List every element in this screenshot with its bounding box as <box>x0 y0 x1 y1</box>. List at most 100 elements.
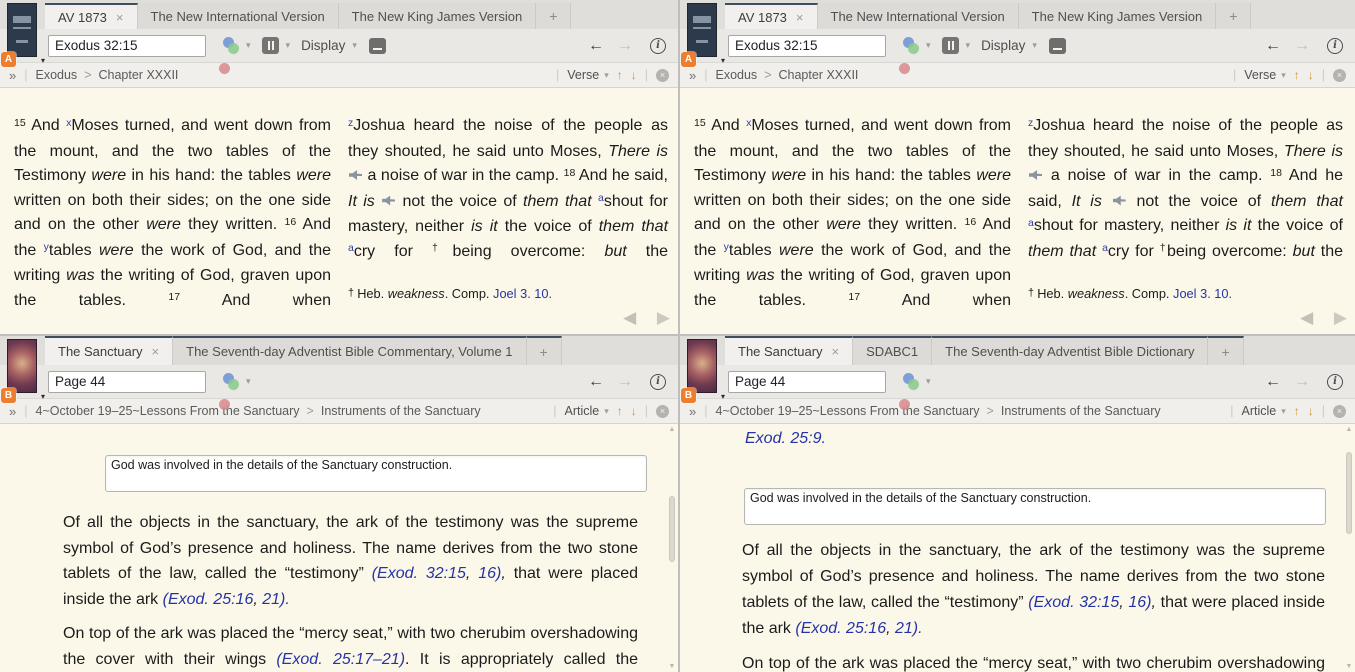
scripture-link[interactable]: 21). <box>262 591 290 608</box>
scripture-link[interactable]: 21). <box>895 620 923 637</box>
info-icon[interactable]: i <box>650 37 666 54</box>
chevron-down-icon[interactable]: ▾ <box>352 41 357 50</box>
close-pane-icon[interactable]: × <box>1333 68 1346 82</box>
chevron-down-icon[interactable]: ▾ <box>246 377 251 386</box>
scripture-link[interactable]: (Exod. 25:17–21) <box>276 651 405 668</box>
tab-the-sanctuary[interactable]: The Sanctuary × <box>45 336 174 365</box>
next-verse-button[interactable]: ↓ <box>631 68 637 82</box>
chevron-down-icon[interactable]: ▾ <box>604 70 609 81</box>
module-cover[interactable]: ▾ <box>5 339 45 401</box>
breadcrumb-lesson[interactable]: 4~October 19–25~Lessons From the Sanctua… <box>715 404 979 418</box>
chevrons-icon[interactable]: » <box>689 404 696 419</box>
tab-nkjv[interactable]: The New King James Version <box>338 3 537 29</box>
breadcrumb-article[interactable]: Instruments of the Sanctuary <box>1001 404 1161 418</box>
new-tab-button[interactable]: + <box>1216 3 1252 29</box>
new-tab-button[interactable]: + <box>1208 336 1244 365</box>
breadcrumb-chapter[interactable]: Chapter XXXII <box>99 68 179 82</box>
close-icon[interactable]: × <box>116 11 124 24</box>
chevron-down-icon[interactable]: ▾ <box>926 41 931 50</box>
back-button[interactable]: ← <box>588 373 604 391</box>
tab-av-1873[interactable]: AV 1873 × <box>725 3 818 29</box>
scrollbar[interactable]: ▲ ▼ <box>1344 426 1354 670</box>
horizontal-splitter[interactable] <box>0 334 1355 336</box>
reference-input[interactable] <box>728 34 886 57</box>
scripture-link[interactable]: (Exod. 32:15 <box>372 565 466 582</box>
tab-sdabc1[interactable]: SDABC1 <box>853 336 933 365</box>
info-icon[interactable]: i <box>650 373 666 390</box>
breadcrumb-article[interactable]: Instruments of the Sanctuary <box>321 404 481 418</box>
chevrons-icon[interactable]: » <box>9 68 16 83</box>
speaker-icon[interactable] <box>1112 195 1126 206</box>
back-button[interactable]: ← <box>1265 37 1281 55</box>
tab-nkjv[interactable]: The New King James Version <box>1018 3 1217 29</box>
next-article-button[interactable]: ↓ <box>631 404 637 418</box>
forward-button[interactable]: → <box>1294 373 1310 391</box>
chevrons-icon[interactable]: » <box>689 68 696 83</box>
chevron-down-icon[interactable]: ▾ <box>41 56 45 65</box>
scripture-link[interactable]: Joel 3. 10. <box>1173 286 1232 301</box>
scripture-link[interactable]: (Exod. 25:16 <box>795 620 886 637</box>
annotation-input[interactable]: God was involved in the details of the S… <box>744 488 1326 525</box>
scrollbar-thumb[interactable] <box>669 496 675 562</box>
scripture-link[interactable]: Exod. 25:9. <box>745 430 826 448</box>
speaker-icon[interactable] <box>349 170 362 180</box>
close-icon[interactable]: × <box>832 345 840 358</box>
close-icon[interactable]: × <box>796 11 804 24</box>
tab-niv[interactable]: The New International Version <box>137 3 339 29</box>
nav-mode-select[interactable]: Verse <box>1244 68 1276 82</box>
chevron-down-icon[interactable]: ▾ <box>966 41 971 50</box>
prev-article-button[interactable]: ↑ <box>1294 404 1300 418</box>
chevron-down-icon[interactable]: ▾ <box>926 377 931 386</box>
chevron-down-icon[interactable]: ▾ <box>721 392 725 401</box>
module-cover[interactable]: ▾ <box>685 339 725 401</box>
tab-av-1873[interactable]: AV 1873 × <box>45 3 138 29</box>
display-menu[interactable]: Display <box>301 38 345 53</box>
vertical-splitter[interactable] <box>678 0 680 672</box>
prev-verse-button[interactable]: ↑ <box>617 68 623 82</box>
next-verse-button[interactable]: ↓ <box>1308 68 1314 82</box>
scripture-link[interactable]: 16) <box>1128 594 1151 611</box>
resources-icon[interactable] <box>219 373 239 410</box>
nav-mode-select[interactable]: Verse <box>567 68 599 82</box>
close-icon[interactable]: × <box>152 345 160 358</box>
info-icon[interactable]: i <box>1327 37 1343 54</box>
columns-layout-icon[interactable] <box>261 37 279 54</box>
book-icon[interactable] <box>368 37 386 54</box>
close-pane-icon[interactable]: × <box>656 404 669 418</box>
tab-the-sanctuary[interactable]: The Sanctuary × <box>725 336 854 365</box>
scripture-link[interactable]: (Exod. 25:16 <box>163 591 254 608</box>
forward-button[interactable]: → <box>617 37 633 55</box>
chevron-down-icon[interactable]: ▾ <box>604 406 609 417</box>
nav-mode-select[interactable]: Article <box>1241 404 1276 418</box>
scroll-down-icon[interactable]: ▼ <box>667 663 677 670</box>
prev-article-button[interactable]: ↑ <box>617 404 623 418</box>
resources-icon[interactable] <box>899 37 919 74</box>
breadcrumb-book[interactable]: Exodus <box>35 68 77 82</box>
speaker-icon[interactable] <box>382 195 396 206</box>
annotation-input[interactable]: God was involved in the details of the S… <box>105 455 647 492</box>
chevron-down-icon[interactable]: ▾ <box>721 56 725 65</box>
forward-button[interactable]: → <box>617 373 633 391</box>
info-icon[interactable]: i <box>1327 373 1343 390</box>
module-cover[interactable]: ▾ <box>685 3 725 65</box>
page-input[interactable] <box>728 370 886 393</box>
scroll-up-icon[interactable]: ▲ <box>1344 426 1354 433</box>
new-tab-button[interactable]: + <box>536 3 572 29</box>
chevron-down-icon[interactable]: ▾ <box>1281 406 1286 417</box>
breadcrumb-book[interactable]: Exodus <box>715 68 757 82</box>
forward-button[interactable]: → <box>1294 37 1310 55</box>
chevron-down-icon[interactable]: ▾ <box>41 392 45 401</box>
page-next-icon[interactable]: ▶ <box>657 308 670 327</box>
display-menu[interactable]: Display <box>981 38 1025 53</box>
page-input[interactable] <box>48 370 206 393</box>
chevron-down-icon[interactable]: ▾ <box>286 41 291 50</box>
columns-layout-icon[interactable] <box>941 37 959 54</box>
scripture-link[interactable]: 16) <box>478 565 501 582</box>
chevron-down-icon[interactable]: ▾ <box>1032 41 1037 50</box>
chevrons-icon[interactable]: » <box>9 404 16 419</box>
resources-icon[interactable] <box>899 373 919 410</box>
nav-mode-select[interactable]: Article <box>564 404 599 418</box>
resources-icon[interactable] <box>219 37 239 74</box>
tab-sda-commentary[interactable]: The Seventh-day Adventist Bible Commenta… <box>173 336 527 365</box>
tab-sda-dictionary[interactable]: The Seventh-day Adventist Bible Dictiona… <box>932 336 1209 365</box>
